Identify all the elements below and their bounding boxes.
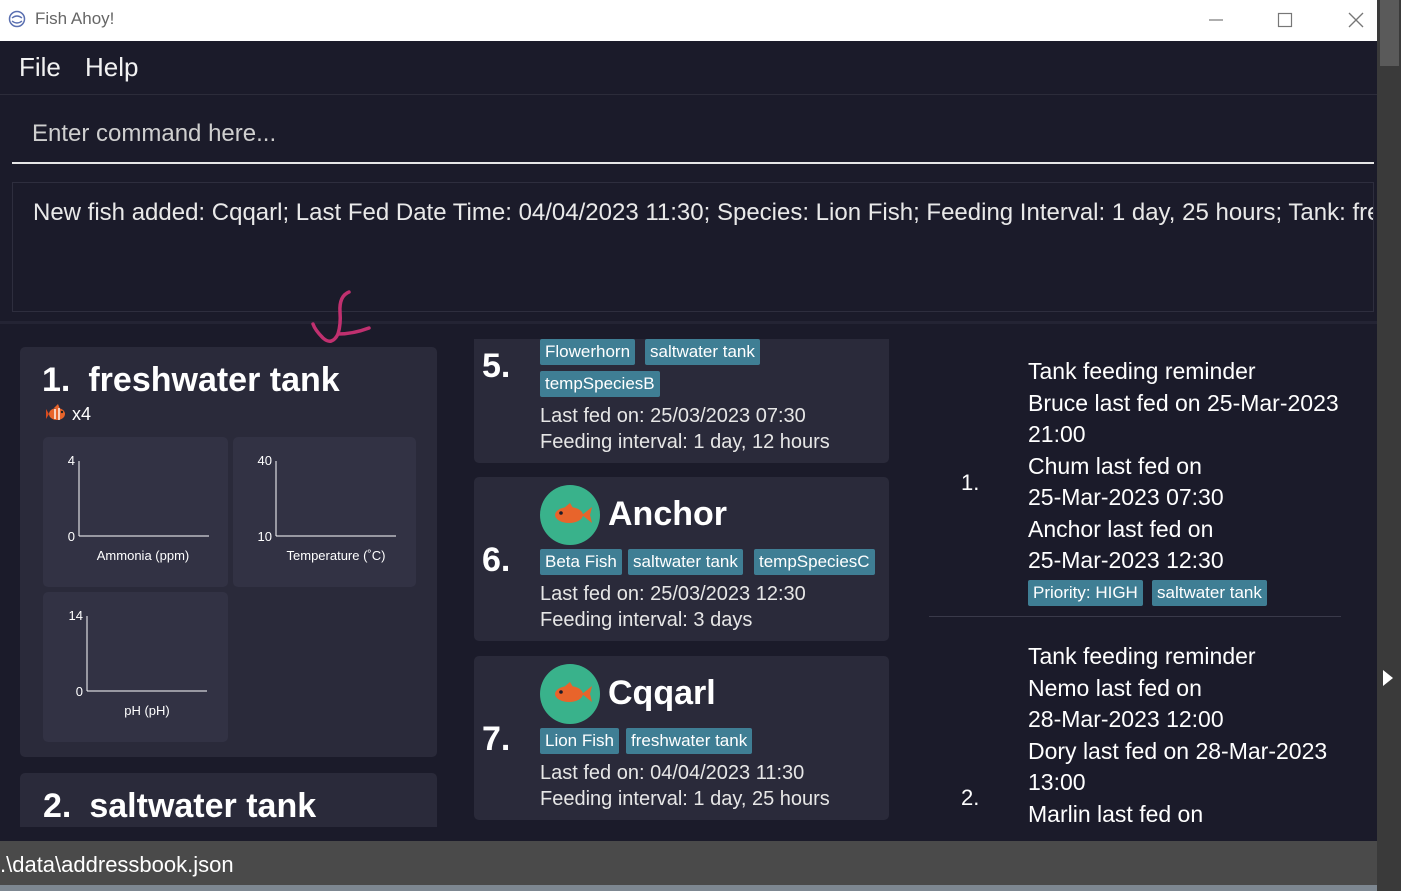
window-title: Fish Ahoy! <box>35 9 115 28</box>
tank-title: 1. freshwater tank <box>42 361 340 400</box>
maximize-icon <box>1277 12 1293 28</box>
graph-label: pH (pH) <box>124 703 170 718</box>
y-min-tick: 0 <box>76 684 83 699</box>
tag: saltwater tank <box>645 339 760 365</box>
tag: Beta Fish <box>540 549 622 575</box>
menu-help[interactable]: Help <box>85 52 138 83</box>
tag: saltwater tank <box>628 549 743 575</box>
fish-count: x4 <box>46 403 91 425</box>
fish-name: Cqqarl <box>608 674 716 712</box>
fish-count-value: x4 <box>72 404 92 424</box>
graph-label: Ammonia (ppm) <box>97 548 189 563</box>
minimize-button[interactable] <box>1201 6 1231 34</box>
temperature-graph: 40 10 Temperature (˚C) <box>233 437 416 587</box>
vertical-scrollbar[interactable] <box>1377 0 1401 891</box>
expand-arrow-icon[interactable] <box>1383 670 1393 686</box>
menu-file[interactable]: File <box>19 52 61 83</box>
feeding-interval: Feeding interval: 1 day, 12 hours <box>540 431 830 453</box>
tag: freshwater tank <box>626 728 753 754</box>
status-bar: .\data\addressbook.json <box>0 841 1377 885</box>
desktop-background <box>0 885 1377 891</box>
close-icon <box>1348 12 1364 28</box>
tank-title: 2. saltwater tank <box>43 787 316 826</box>
last-fed: Last fed on: 25/03/2023 07:30 <box>540 405 806 427</box>
fish-index: 5. <box>482 347 511 385</box>
reminder-line: 25-Mar-2023 12:30 <box>1028 547 1224 573</box>
reminder-line: Chum last fed on <box>1028 453 1202 479</box>
graph-label: Temperature (˚C) <box>287 548 386 563</box>
reminder-line: 13:00 <box>1028 769 1086 795</box>
last-fed: Last fed on: 25/03/2023 12:30 <box>540 583 806 605</box>
y-min-tick: 0 <box>68 529 75 544</box>
reminder-line: Marlin last fed on <box>1028 801 1204 827</box>
menu-bar: File Help <box>0 41 1377 95</box>
tank-card[interactable]: 2. saltwater tank <box>20 773 437 827</box>
fish-card[interactable]: 5. Flowerhorn saltwater tank tempSpecies… <box>474 339 889 463</box>
y-max-tick: 4 <box>68 453 75 468</box>
reminder-index: 2. <box>961 785 980 810</box>
maximize-button[interactable] <box>1270 6 1300 34</box>
ammonia-graph: 4 0 Ammonia (ppm) <box>43 437 228 587</box>
reminder-line: Tank feeding reminder <box>1028 643 1256 669</box>
reminder-line: Anchor last fed on <box>1028 516 1214 542</box>
fish-card[interactable]: Anchor 6. Beta Fish saltwater tank tempS… <box>474 477 889 641</box>
tank-name: saltwater tank <box>89 787 317 825</box>
fish-icon <box>555 682 592 702</box>
tank-name: freshwater tank <box>88 361 340 399</box>
reminder-line: 28-Mar-2023 12:00 <box>1028 706 1224 732</box>
scrollbar-thumb[interactable] <box>1380 0 1399 66</box>
y-min-tick: 10 <box>258 529 272 544</box>
tank-list[interactable]: 1. freshwater tank x4 4 0 Ammonia (ppm) <box>0 330 460 827</box>
fish-avatar <box>540 485 600 545</box>
reminder-line: 21:00 <box>1028 421 1086 447</box>
tank-index: 1. <box>42 361 71 399</box>
y-max-tick: 40 <box>258 453 272 468</box>
reminder-line: 25-Mar-2023 07:30 <box>1028 484 1224 510</box>
fish-icon <box>46 404 65 420</box>
tag: tempSpeciesC <box>754 549 875 575</box>
title-bar: Fish Ahoy! <box>0 0 1377 41</box>
tag: saltwater tank <box>1152 580 1267 606</box>
fish-avatar <box>540 664 600 724</box>
last-fed: Last fed on: 04/04/2023 11:30 <box>540 762 805 784</box>
reminder-line: Dory last fed on 28-Mar-2023 <box>1028 738 1328 764</box>
tag: Priority: HIGH <box>1028 580 1143 606</box>
app-icon <box>8 10 26 28</box>
fish-index: 7. <box>482 720 511 758</box>
reminder-index: 1. <box>961 470 980 495</box>
ph-graph: 14 0 pH (pH) <box>43 592 228 742</box>
reminder-line: Nemo last fed on <box>1028 675 1202 701</box>
panel-divider <box>0 321 1377 324</box>
reminder-list[interactable]: 1. Tank feeding reminder Bruce last fed … <box>925 339 1365 841</box>
feeding-interval: Feeding interval: 3 days <box>540 609 753 631</box>
tag: Lion Fish <box>540 728 619 754</box>
fish-name: Anchor <box>608 495 727 533</box>
tank-card[interactable]: 1. freshwater tank x4 4 0 Ammonia (ppm) <box>20 347 437 757</box>
close-button[interactable] <box>1341 6 1371 34</box>
result-message: New fish added: Cqqarl; Last Fed Date Ti… <box>33 199 1374 226</box>
fish-index: 6. <box>482 541 511 579</box>
command-input[interactable] <box>12 108 1374 160</box>
reminder-line: Tank feeding reminder <box>1028 358 1256 384</box>
feeding-interval: Feeding interval: 1 day, 25 hours <box>540 788 830 810</box>
reminder-separator <box>929 616 1341 617</box>
tag: Flowerhorn <box>540 339 636 365</box>
fish-icon <box>555 503 592 523</box>
y-max-tick: 14 <box>69 608 83 623</box>
minimize-icon <box>1209 19 1223 21</box>
fish-list[interactable]: 5. Flowerhorn saltwater tank tempSpecies… <box>470 339 900 827</box>
result-display[interactable]: New fish added: Cqqarl; Last Fed Date Ti… <box>12 182 1374 312</box>
reminder-line: Bruce last fed on 25-Mar-2023 <box>1028 390 1339 416</box>
tag: tempSpeciesB <box>540 371 660 397</box>
fish-card[interactable]: Cqqarl 7. Lion Fish freshwater tank Last… <box>474 656 889 820</box>
storage-path: .\data\addressbook.json <box>0 852 234 877</box>
tank-index: 2. <box>43 787 72 825</box>
command-box <box>12 108 1374 164</box>
